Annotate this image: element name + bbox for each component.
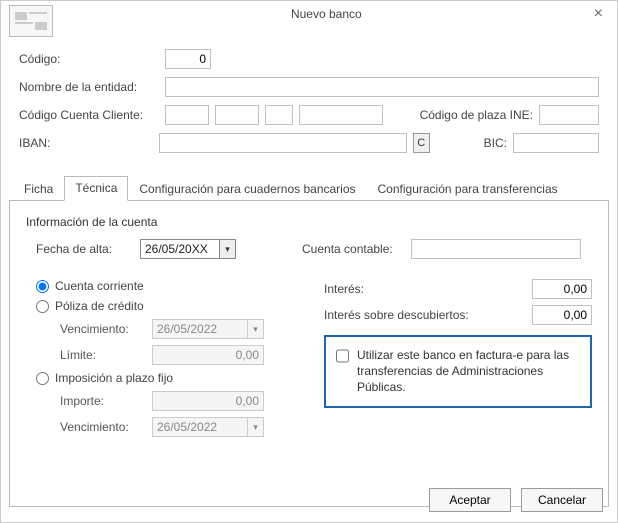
label-poliza-limite: Límite: [60, 348, 146, 362]
chevron-down-icon[interactable]: ▾ [220, 239, 236, 259]
chevron-down-icon: ▾ [248, 417, 264, 437]
titlebar: Nuevo banco × [1, 1, 617, 35]
group-title: Información de la cuenta [26, 215, 592, 229]
label-bic: BIC: [478, 136, 507, 150]
tabstrip: Ficha Técnica Configuración para cuadern… [9, 175, 609, 201]
label-fecha-alta: Fecha de alta: [36, 242, 122, 256]
accept-button[interactable]: Aceptar [429, 488, 511, 512]
input-interes-desc[interactable] [532, 305, 592, 325]
dialog-nuevo-banco: Nuevo banco × Código: Nombre de la entid… [0, 0, 618, 523]
input-bic[interactable] [513, 133, 599, 153]
checkbox-facturae[interactable] [336, 349, 349, 363]
tabpanel-tecnica: Información de la cuenta Fecha de alta: … [9, 201, 609, 507]
input-interes[interactable] [532, 279, 592, 299]
tab-transferencias[interactable]: Configuración para transferencias [367, 177, 569, 201]
input-ccc-1[interactable] [165, 105, 209, 125]
input-fecha-alta-field[interactable] [140, 239, 220, 259]
label-plazo-fijo: Imposición a plazo fijo [55, 371, 173, 385]
input-plazo-venc: ▾ [152, 417, 264, 437]
label-ccc: Código Cuenta Cliente: [19, 108, 159, 122]
chevron-down-icon: ▾ [248, 319, 264, 339]
label-interes-desc: Interés sobre descubiertos: [324, 308, 532, 322]
input-ccc-2[interactable] [215, 105, 259, 125]
input-poliza-venc: ▾ [152, 319, 264, 339]
label-facturae: Utilizar este banco en factura-e para la… [357, 347, 580, 396]
cancel-button[interactable]: Cancelar [521, 488, 603, 512]
input-codigo[interactable] [165, 49, 211, 69]
tab-tecnica[interactable]: Técnica [64, 176, 128, 201]
tab-cuadernos[interactable]: Configuración para cuadernos bancarios [128, 177, 366, 201]
label-cuenta-corriente: Cuenta corriente [55, 279, 144, 293]
label-interes: Interés: [324, 282, 532, 296]
input-fecha-alta[interactable]: ▾ [140, 239, 236, 259]
input-iban[interactable] [159, 133, 406, 153]
radio-cuenta-corriente[interactable] [36, 280, 49, 293]
input-plazo-venc-field [152, 417, 248, 437]
input-cuenta-contable[interactable] [411, 239, 581, 259]
app-icon [9, 5, 53, 37]
radio-plazo-fijo[interactable] [36, 372, 49, 385]
label-iban: IBAN: [19, 136, 153, 150]
tabs: Ficha Técnica Configuración para cuadern… [9, 175, 609, 507]
input-nombre[interactable] [165, 77, 599, 97]
window-title: Nuevo banco [65, 5, 588, 21]
dialog-footer: Aceptar Cancelar [429, 488, 603, 512]
highlight-facturae: Utilizar este banco en factura-e para la… [324, 335, 592, 408]
input-poliza-limite [152, 345, 264, 365]
radio-poliza-credito[interactable] [36, 300, 49, 313]
header-form: Código: Nombre de la entidad: Código Cue… [1, 35, 617, 167]
label-poliza-credito: Póliza de crédito [55, 299, 144, 313]
input-plaza[interactable] [539, 105, 599, 125]
input-plazo-importe [152, 391, 264, 411]
input-ccc-4[interactable] [299, 105, 383, 125]
label-nombre: Nombre de la entidad: [19, 80, 159, 94]
iban-calc-button[interactable]: C [413, 133, 430, 153]
input-poliza-venc-field [152, 319, 248, 339]
close-icon[interactable]: × [588, 5, 609, 23]
label-poliza-venc: Vencimiento: [60, 322, 146, 336]
label-plaza: Código de plaza INE: [420, 108, 533, 122]
tab-ficha[interactable]: Ficha [13, 177, 64, 201]
label-plazo-venc: Vencimiento: [60, 420, 146, 434]
input-ccc-3[interactable] [265, 105, 293, 125]
label-plazo-importe: Importe: [60, 394, 146, 408]
label-cuenta-contable: Cuenta contable: [302, 242, 393, 256]
label-codigo: Código: [19, 52, 159, 66]
